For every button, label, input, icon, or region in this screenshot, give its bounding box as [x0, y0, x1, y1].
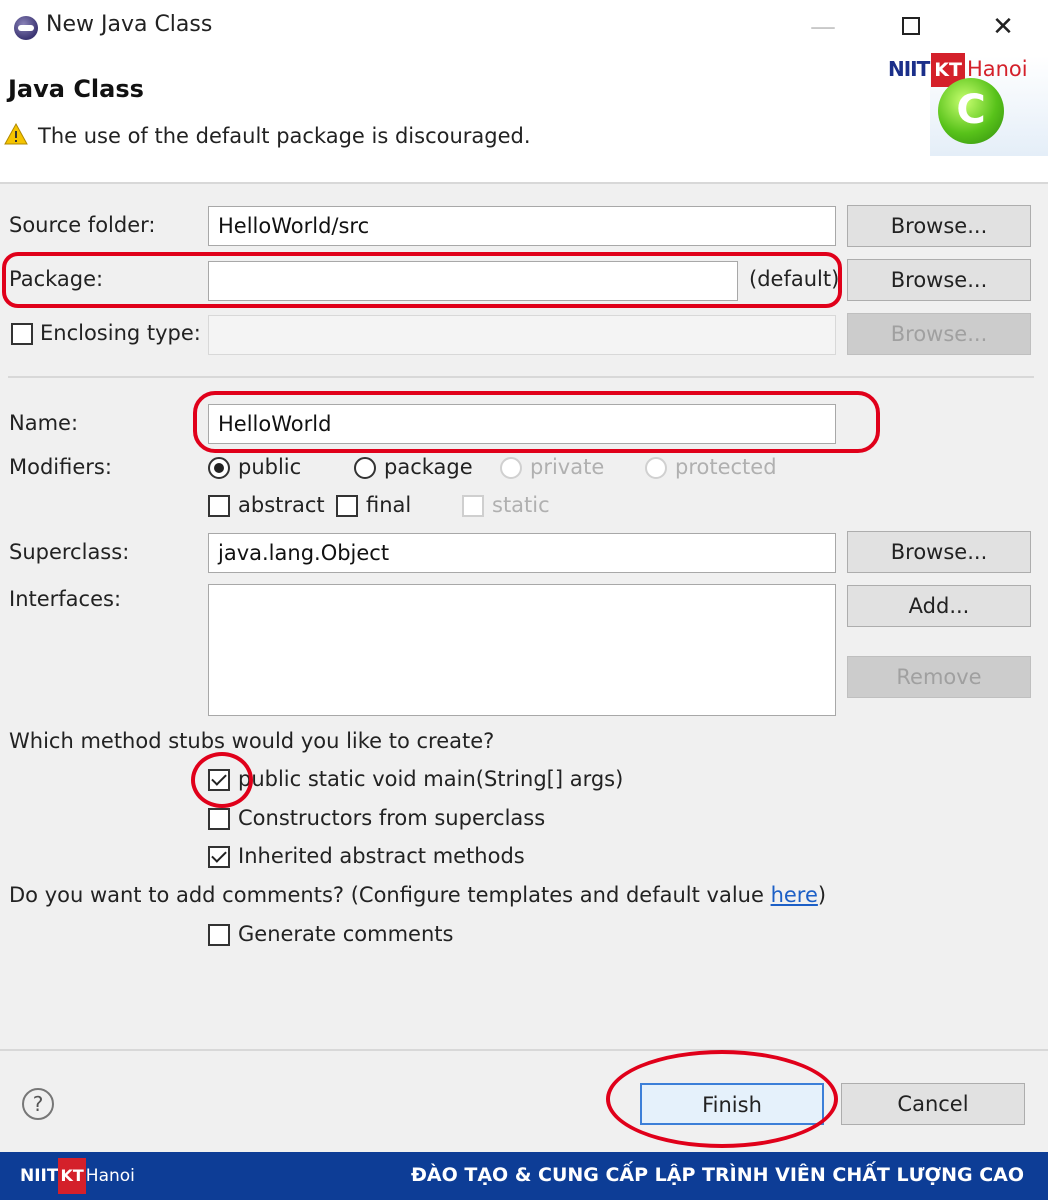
enclosing-type-checkbox[interactable] [11, 323, 33, 345]
generate-comments-checkbox[interactable] [208, 924, 230, 946]
separator [8, 376, 1034, 378]
interfaces-list[interactable] [208, 584, 836, 716]
finish-annotation [606, 1050, 838, 1148]
public-label: public [238, 455, 302, 479]
enclosing-type-field [208, 315, 836, 355]
remove-interface-button: Remove [847, 656, 1031, 698]
footer-logo-kt: KT [58, 1158, 86, 1194]
page-title: Java Class [8, 75, 144, 103]
package-annotation [2, 252, 842, 308]
package-radio[interactable] [354, 457, 376, 479]
package-browse-button[interactable]: Browse... [847, 259, 1031, 301]
constructors-label: Constructors from superclass [238, 806, 546, 830]
superclass-label: Superclass: [9, 540, 130, 564]
comments-question: Do you want to add comments? (Configure … [9, 883, 826, 907]
warning-icon [4, 122, 28, 145]
generate-comments-label: Generate comments [238, 922, 454, 946]
window-title: New Java Class [46, 12, 213, 37]
enclosing-type-browse-button: Browse... [847, 313, 1031, 355]
eclipse-icon [14, 16, 38, 40]
cancel-button[interactable]: Cancel [841, 1083, 1025, 1125]
stubs-question: Which method stubs would you like to cre… [9, 729, 495, 753]
footer-logo-hanoi: Hanoi [85, 1166, 135, 1186]
name-annotation [193, 391, 880, 453]
superclass-field[interactable]: java.lang.Object [208, 533, 836, 573]
footer-slogan: ĐÀO TẠO & CUNG CẤP LẬP TRÌNH VIÊN CHẤT L… [411, 1164, 1024, 1186]
main-method-label: public static void main(String[] args) [238, 767, 624, 791]
main-method-annotation [191, 752, 253, 808]
enclosing-type-label: Enclosing type: [40, 321, 201, 345]
private-radio [500, 457, 522, 479]
help-button[interactable]: ? [22, 1088, 54, 1120]
source-folder-label: Source folder: [9, 213, 156, 237]
name-label: Name: [9, 411, 79, 435]
private-label: private [530, 455, 605, 479]
maximize-button[interactable] [888, 8, 934, 46]
source-folder-browse-button[interactable]: Browse... [847, 205, 1031, 247]
add-interface-button[interactable]: Add... [847, 585, 1031, 627]
warning-message: The use of the default package is discou… [38, 124, 531, 148]
minimize-button[interactable]: — [800, 8, 846, 46]
final-checkbox[interactable] [336, 495, 358, 517]
comments-question-end: ) [817, 883, 827, 907]
constructors-checkbox[interactable] [208, 808, 230, 830]
protected-label: protected [675, 455, 777, 479]
footer-logo-niit: NIIT [20, 1166, 59, 1186]
interfaces-label: Interfaces: [9, 587, 122, 611]
abstract-label: abstract [238, 493, 325, 517]
source-folder-field[interactable]: HelloWorld/src [208, 206, 836, 246]
static-label: static [492, 493, 550, 517]
modifiers-label: Modifiers: [9, 455, 112, 479]
superclass-browse-button[interactable]: Browse... [847, 531, 1031, 573]
package-radio-label: package [384, 455, 473, 479]
footer-logo: NIIT KT Hanoi [20, 1158, 135, 1194]
static-checkbox [462, 495, 484, 517]
logo-niit-text: NIIT [888, 57, 930, 81]
close-button[interactable]: ✕ [980, 8, 1026, 46]
configure-templates-link[interactable]: here [771, 883, 818, 907]
inherited-methods-checkbox[interactable] [208, 846, 230, 868]
class-wizard-icon: C [938, 78, 1004, 144]
comments-question-text: Do you want to add comments? (Configure … [9, 883, 771, 907]
inherited-methods-label: Inherited abstract methods [238, 844, 525, 868]
protected-radio [645, 457, 667, 479]
button-bar-separator [0, 1049, 1048, 1051]
maximize-icon [902, 16, 920, 35]
abstract-checkbox[interactable] [208, 495, 230, 517]
final-label: final [366, 493, 412, 517]
public-radio[interactable] [208, 457, 230, 479]
